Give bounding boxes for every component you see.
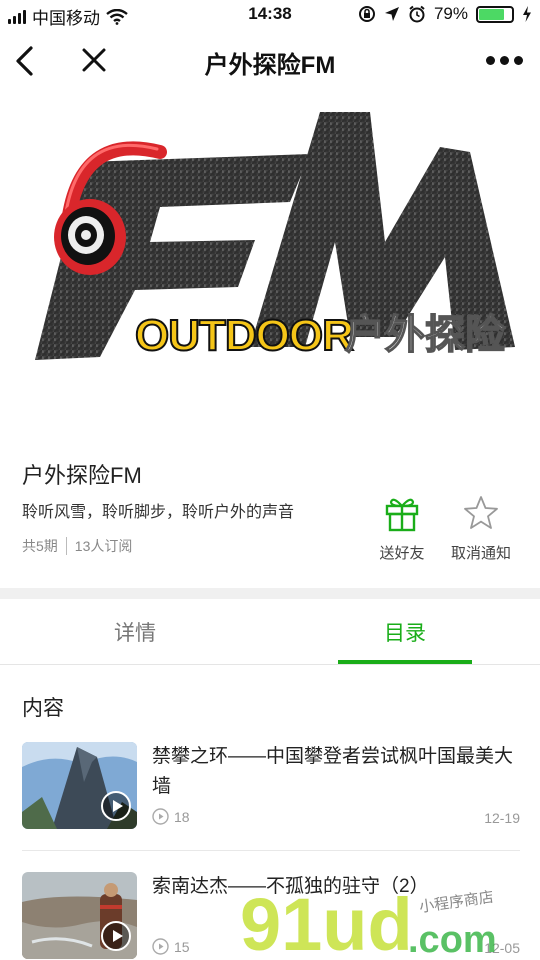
alarm-icon: [409, 5, 425, 23]
watermark-logo: 91ud .com 小程序商店: [240, 884, 497, 960]
program-description: 聆听风雪，聆听脚步，聆听户外的声音: [22, 504, 295, 521]
charging-icon: [523, 6, 531, 22]
logo-cn-text: 户外探险: [345, 312, 506, 358]
program-name: 户外探险FM: [22, 463, 142, 488]
battery-icon: [476, 5, 514, 23]
nav-bar: 户外探险FM: [0, 30, 540, 92]
episode-plays: 18: [152, 808, 190, 825]
more-icon[interactable]: [486, 50, 526, 70]
status-bar: 中国移动 14:38 79%: [0, 0, 540, 30]
watermark-brand: 91ud: [240, 884, 413, 960]
tab-catalog[interactable]: 目录: [305, 617, 505, 647]
play-count: 18: [174, 808, 190, 825]
section-title: 内容: [22, 697, 64, 720]
location-icon: [384, 7, 399, 21]
battery-percent: 79%: [433, 4, 468, 23]
gift-label: 送好友: [379, 545, 425, 562]
unsubscribe-button[interactable]: 取消通知: [441, 494, 521, 563]
cover-image: OUTDOOR 户外探险: [0, 92, 540, 440]
list-divider: [22, 850, 520, 851]
unsubscribe-label: 取消通知: [450, 545, 511, 562]
watermark-suffix: .com: [408, 919, 497, 960]
episode-count: 共5期: [22, 538, 58, 554]
play-icon[interactable]: [101, 791, 131, 821]
meta-divider: [65, 537, 67, 555]
episode-title: 禁攀之环——中国攀登者尝试枫叶国最美大墙: [152, 746, 514, 797]
play-count: 15: [174, 938, 190, 955]
gift-button[interactable]: 送好友: [362, 494, 442, 563]
page-title: 户外探险FM: [204, 52, 336, 79]
program-meta: 共5期 13人订阅: [22, 536, 132, 556]
episode-thumbnail: [22, 742, 137, 829]
outdoor-fm-logo: OUTDOOR 户外探险: [35, 112, 515, 361]
play-count-icon: [152, 938, 169, 955]
active-tab-indicator: [338, 660, 472, 664]
watermark-tagline: 小程序商店: [418, 888, 495, 916]
logo-outdoor-text: OUTDOOR: [135, 311, 353, 360]
episode-thumbnail: [22, 872, 137, 959]
tab-bar: 详情 目录: [0, 599, 540, 665]
star-icon: [464, 496, 498, 529]
subscriber-count: 13人订阅: [74, 538, 133, 554]
gift-icon: [385, 498, 419, 532]
play-count-icon: [152, 808, 169, 825]
section-divider: [0, 588, 540, 599]
episode-item[interactable]: 禁攀之环——中国攀登者尝试枫叶国最美大墙 18 12-19: [22, 742, 520, 852]
rotation-lock-icon: [358, 6, 375, 22]
play-icon[interactable]: [101, 921, 131, 951]
episode-plays: 15: [152, 938, 190, 955]
episode-date: 12-19: [484, 810, 520, 826]
tab-details[interactable]: 详情: [35, 617, 235, 647]
battery-level: [479, 8, 505, 20]
status-right: 79%: [358, 4, 532, 24]
